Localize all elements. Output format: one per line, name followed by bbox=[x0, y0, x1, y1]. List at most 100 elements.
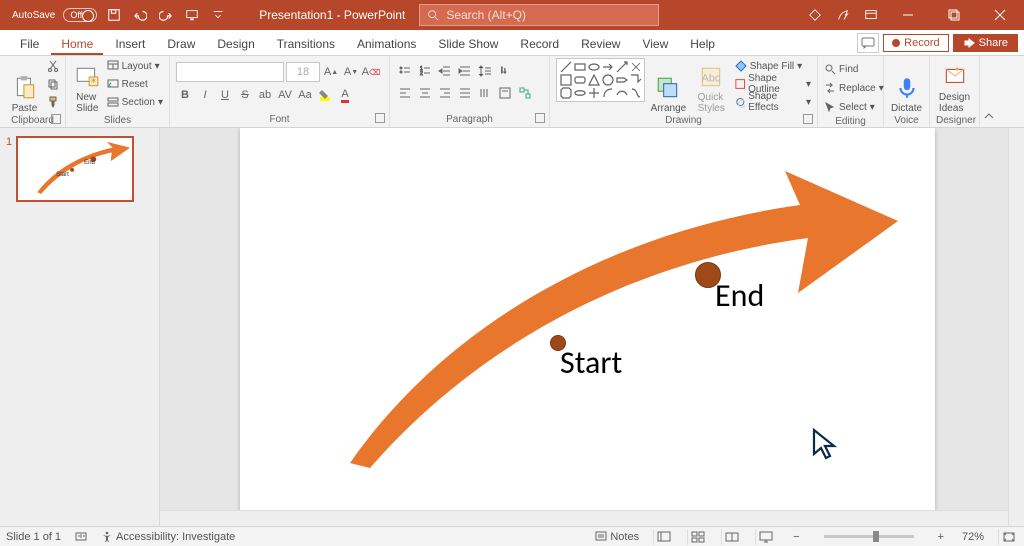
replace-button[interactable]: Replace ▾ bbox=[824, 80, 884, 96]
coming-soon-icon[interactable] bbox=[834, 6, 852, 24]
font-size-combo[interactable]: 18 bbox=[286, 62, 320, 82]
bullets-icon[interactable] bbox=[396, 62, 414, 80]
tab-slideshow[interactable]: Slide Show bbox=[428, 33, 508, 55]
section-button[interactable]: Section ▾ bbox=[107, 94, 163, 110]
qat-customize-icon[interactable] bbox=[209, 6, 227, 24]
align-left-icon[interactable] bbox=[396, 84, 414, 102]
record-button[interactable]: Record bbox=[883, 34, 948, 52]
find-button[interactable]: Find bbox=[824, 61, 884, 77]
start-from-beginning-icon[interactable] bbox=[183, 6, 201, 24]
slideshow-view-icon[interactable] bbox=[755, 529, 775, 545]
ribbon-display-icon[interactable] bbox=[862, 6, 880, 24]
align-text-icon[interactable] bbox=[496, 84, 514, 102]
highlight-icon[interactable] bbox=[316, 86, 334, 104]
layout-button[interactable]: Layout ▾ bbox=[107, 58, 163, 74]
tab-home[interactable]: Home bbox=[51, 33, 103, 55]
dictate-button[interactable]: Dictate bbox=[890, 58, 923, 114]
design-ideas-button[interactable]: Design Ideas bbox=[936, 58, 973, 114]
maximize-button[interactable] bbox=[936, 0, 972, 30]
tab-record[interactable]: Record bbox=[510, 33, 569, 55]
tab-animations[interactable]: Animations bbox=[347, 33, 426, 55]
format-painter-button[interactable] bbox=[47, 94, 59, 110]
zoom-in-button[interactable]: + bbox=[934, 531, 948, 543]
save-icon[interactable] bbox=[105, 6, 123, 24]
text-direction-icon[interactable]: l↓ bbox=[496, 62, 514, 80]
character-spacing-icon[interactable]: AV bbox=[276, 86, 294, 104]
tab-review[interactable]: Review bbox=[571, 33, 630, 55]
tab-view[interactable]: View bbox=[632, 33, 678, 55]
notes-button[interactable]: Notes bbox=[595, 531, 639, 543]
shadow-icon[interactable]: ab bbox=[256, 86, 274, 104]
search-box[interactable]: Search (Alt+Q) bbox=[419, 4, 659, 26]
change-case-icon[interactable]: Aa bbox=[296, 86, 314, 104]
slide-sorter-icon[interactable] bbox=[687, 529, 707, 545]
reading-view-icon[interactable] bbox=[721, 529, 741, 545]
decrease-indent-icon[interactable] bbox=[436, 62, 454, 80]
shapes-gallery[interactable] bbox=[556, 58, 645, 102]
shape-effects-button[interactable]: Shape Effects ▾ bbox=[735, 94, 811, 110]
tab-design[interactable]: Design bbox=[207, 33, 264, 55]
share-button[interactable]: Share bbox=[953, 34, 1018, 52]
undo-icon[interactable] bbox=[131, 6, 149, 24]
end-text[interactable]: End bbox=[715, 276, 764, 315]
clear-formatting-icon[interactable]: A⌫ bbox=[362, 63, 380, 81]
collapse-ribbon-icon[interactable] bbox=[980, 56, 998, 127]
tab-file[interactable]: File bbox=[10, 33, 49, 55]
tab-transitions[interactable]: Transitions bbox=[267, 33, 345, 55]
select-button[interactable]: Select ▾ bbox=[824, 99, 884, 115]
curved-arrow-shape[interactable] bbox=[340, 163, 900, 473]
start-text[interactable]: Start bbox=[560, 343, 622, 382]
justify-icon[interactable] bbox=[456, 84, 474, 102]
line-spacing-icon[interactable] bbox=[476, 62, 494, 80]
quick-styles-button[interactable]: Abc Quick Styles bbox=[692, 58, 731, 114]
dialog-launcher-icon[interactable] bbox=[375, 113, 385, 123]
dialog-launcher-icon[interactable] bbox=[535, 113, 545, 123]
minimize-button[interactable] bbox=[890, 0, 926, 30]
dialog-launcher-icon[interactable] bbox=[803, 114, 813, 124]
zoom-slider[interactable] bbox=[824, 535, 914, 538]
font-color-icon[interactable]: A bbox=[336, 86, 354, 104]
italic-icon[interactable]: I bbox=[196, 86, 214, 104]
zoom-level[interactable]: 72% bbox=[962, 531, 984, 543]
increase-font-icon[interactable]: A▲ bbox=[322, 63, 340, 81]
fit-to-window-icon[interactable] bbox=[998, 529, 1018, 545]
numbering-icon[interactable]: 12 bbox=[416, 62, 434, 80]
zoom-out-button[interactable]: − bbox=[789, 531, 803, 543]
reset-button[interactable]: Reset bbox=[107, 76, 163, 92]
language-indicator[interactable] bbox=[75, 531, 87, 543]
increase-indent-icon[interactable] bbox=[456, 62, 474, 80]
arrange-button[interactable]: Arrange bbox=[649, 58, 688, 114]
font-name-combo[interactable] bbox=[176, 62, 284, 82]
horizontal-scrollbar[interactable] bbox=[160, 510, 1008, 526]
paste-button[interactable]: Paste bbox=[6, 58, 43, 114]
slide-canvas[interactable]: Start End bbox=[240, 128, 935, 518]
decrease-font-icon[interactable]: A▼ bbox=[342, 63, 360, 81]
thumbnail-pane[interactable]: 1 Start End bbox=[0, 128, 160, 526]
normal-view-icon[interactable] bbox=[653, 529, 673, 545]
smartart-icon[interactable] bbox=[516, 84, 534, 102]
close-button[interactable] bbox=[982, 0, 1018, 30]
slide-editor[interactable]: Start End bbox=[160, 128, 1024, 526]
tab-draw[interactable]: Draw bbox=[157, 33, 205, 55]
columns-icon[interactable] bbox=[476, 84, 494, 102]
shape-fill-button[interactable]: Shape Fill ▾ bbox=[735, 58, 811, 74]
diamond-icon[interactable] bbox=[806, 6, 824, 24]
copy-button[interactable] bbox=[47, 76, 59, 92]
autosave-toggle[interactable]: Off bbox=[63, 8, 97, 22]
new-slide-button[interactable]: ✶ New Slide bbox=[72, 58, 103, 114]
align-center-icon[interactable] bbox=[416, 84, 434, 102]
strikethrough-icon[interactable]: S bbox=[236, 86, 254, 104]
bold-icon[interactable]: B bbox=[176, 86, 194, 104]
redo-icon[interactable] bbox=[157, 6, 175, 24]
slide-counter[interactable]: Slide 1 of 1 bbox=[6, 531, 61, 543]
comments-button[interactable] bbox=[857, 33, 879, 53]
dialog-launcher-icon[interactable] bbox=[51, 114, 61, 124]
tab-insert[interactable]: Insert bbox=[105, 33, 155, 55]
cut-button[interactable] bbox=[47, 58, 59, 74]
accessibility-checker[interactable]: Accessibility: Investigate bbox=[101, 531, 235, 543]
shape-outline-button[interactable]: Shape Outline ▾ bbox=[735, 76, 811, 92]
underline-icon[interactable]: U bbox=[216, 86, 234, 104]
slide-thumbnail-1[interactable]: Start End bbox=[16, 136, 134, 202]
vertical-scrollbar[interactable] bbox=[1008, 128, 1024, 526]
align-right-icon[interactable] bbox=[436, 84, 454, 102]
